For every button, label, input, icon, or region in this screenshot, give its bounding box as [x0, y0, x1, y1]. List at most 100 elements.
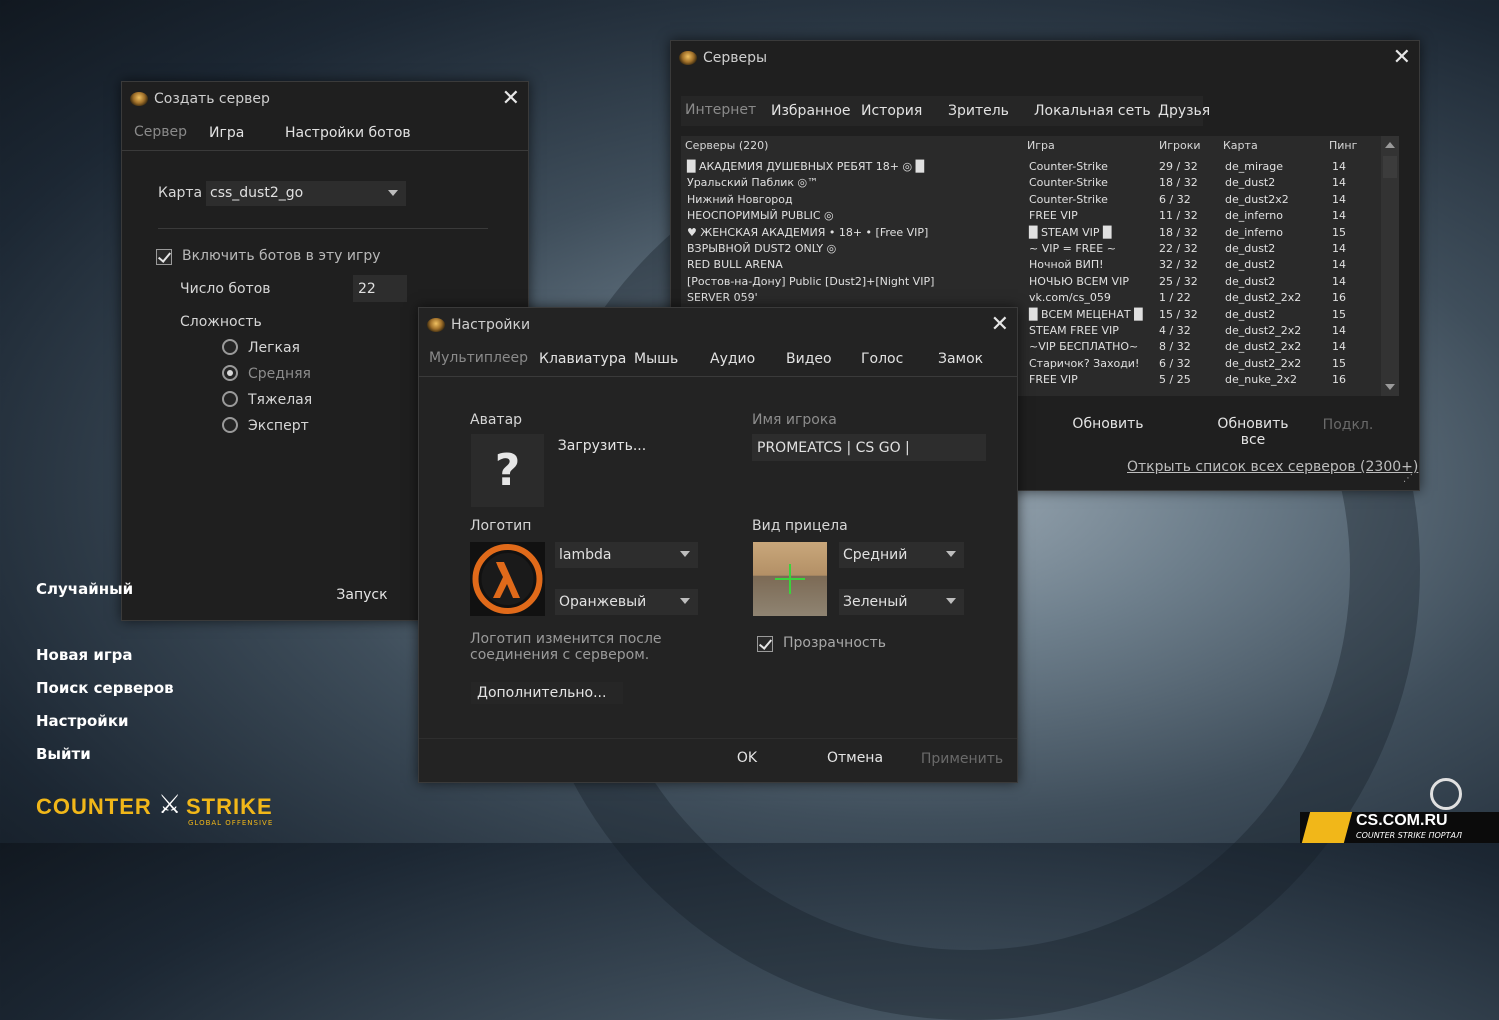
steam-logo-icon — [679, 51, 697, 65]
logo-color-dropdown[interactable]: Оранжевый — [555, 589, 698, 615]
server-players: 4 / 32 — [1159, 324, 1191, 337]
table-row[interactable]: Уральский Паблик ◎™ Counter-Strike 18 / 32… — [681, 175, 1389, 191]
tab-favorites[interactable]: Избранное — [771, 103, 851, 119]
difficulty-easy-radio[interactable] — [222, 339, 238, 355]
menu-random[interactable]: Случайный — [36, 580, 133, 598]
table-scrollbar[interactable] — [1381, 136, 1399, 396]
scroll-down-icon[interactable] — [1385, 384, 1395, 390]
table-header: Серверы (220) Игра Игроки Карта Пинг — [681, 136, 1399, 156]
scroll-up-icon[interactable] — [1385, 142, 1395, 148]
bots-count-input[interactable]: 22 — [353, 275, 407, 302]
advanced-button[interactable]: Дополнительно... — [471, 682, 623, 704]
tab-internet[interactable]: Интернет — [685, 102, 756, 118]
server-map: de_dust2 — [1225, 242, 1276, 255]
server-map: de_dust2_2x2 — [1225, 356, 1302, 370]
column-header-servers[interactable]: Серверы (220) — [685, 136, 768, 156]
map-dropdown[interactable]: css_dust2_go — [206, 181, 406, 206]
close-icon[interactable]: ✕ — [1393, 47, 1411, 69]
connect-button[interactable]: Подкл. — [1319, 417, 1377, 433]
logo-value: lambda — [559, 547, 612, 563]
tab-game[interactable]: Игра — [209, 125, 244, 141]
server-players: 6 / 32 — [1159, 192, 1191, 206]
avatar-image[interactable]: ? — [471, 434, 544, 507]
menu-new-game[interactable]: Новая игра — [36, 646, 133, 664]
difficulty-label: Сложность — [180, 314, 262, 330]
refresh-all-button[interactable]: Обновить все — [1203, 416, 1303, 448]
refresh-button[interactable]: Обновить — [1066, 416, 1150, 432]
column-header-players[interactable]: Игроки — [1159, 136, 1201, 156]
open-all-servers-link[interactable]: Открыть список всех серверов (2300+) — [1127, 459, 1418, 475]
tab-server[interactable]: Сервер — [134, 124, 187, 140]
tab-audio[interactable]: Аудио — [710, 351, 755, 367]
menu-settings[interactable]: Настройки — [36, 712, 129, 730]
tab-friends[interactable]: Друзья — [1158, 103, 1210, 119]
table-row[interactable]: SERVER 059' vk.com/cs_059 1 / 22 de_dust2_2… — [681, 290, 1389, 306]
server-ping: 14 — [1332, 340, 1346, 354]
settings-titlebar[interactable]: Настройки ✕ — [419, 308, 1017, 344]
table-row[interactable]: ВЗРЫВНОЙ DUST2 ONLY ◎ ~ VIP = FREE ~ 22 / … — [681, 241, 1389, 257]
cancel-button[interactable]: Отмена — [823, 750, 887, 766]
servers-titlebar[interactable]: Серверы ✕ — [671, 41, 1419, 77]
menu-quit[interactable]: Выйти — [36, 745, 91, 763]
tab-voice[interactable]: Голос — [861, 351, 903, 367]
transparency-checkbox[interactable] — [757, 636, 773, 652]
settings-window: Настройки ✕ Мультиплеер Клавиатура Мышь … — [418, 307, 1018, 783]
server-map: de_dust2 — [1225, 307, 1276, 321]
globe-logo-icon — [1430, 778, 1462, 810]
tab-lan[interactable]: Локальная сеть — [1034, 103, 1151, 119]
column-header-game[interactable]: Игра — [1027, 136, 1055, 156]
ok-button[interactable]: OK — [727, 750, 767, 766]
server-ping: 14 — [1332, 160, 1346, 173]
server-game: Counter-Strike — [1029, 192, 1108, 206]
logo-note: Логотип изменится после соединения с сер… — [470, 631, 662, 663]
difficulty-hard-radio[interactable] — [222, 391, 238, 407]
upload-avatar-button[interactable]: Загрузить... — [557, 438, 647, 454]
resize-grip-icon[interactable]: ⋰ — [1403, 474, 1413, 484]
tab-lock[interactable]: Замок — [938, 351, 983, 367]
table-row[interactable]: █ АКАДЕМИЯ ДУШЕВНЫХ РЕБЯТ 18+ ◎ █ Counter… — [681, 159, 1389, 175]
difficulty-expert-radio[interactable] — [222, 417, 238, 433]
table-row[interactable]: ♥ ЖЕНСКАЯ АКАДЕМИЯ • 18+ • [Free VIP] █ S… — [681, 225, 1389, 241]
logo-color-value: Оранжевый — [559, 594, 647, 610]
player-name-input[interactable]: PROMEATCS | CS GO | — [752, 434, 986, 461]
server-ping: 15 — [1332, 307, 1346, 321]
tab-history[interactable]: История — [861, 103, 922, 119]
steam-logo-icon — [427, 318, 445, 332]
difficulty-medium-radio[interactable] — [222, 365, 238, 381]
close-icon[interactable]: ✕ — [991, 314, 1009, 336]
tab-video[interactable]: Видео — [786, 351, 832, 367]
tab-keyboard[interactable]: Клавиатура — [539, 351, 626, 367]
cs-logo-text-left: COUNTER — [36, 794, 152, 819]
close-icon[interactable]: ✕ — [502, 88, 520, 110]
start-button[interactable]: Запуск — [332, 587, 392, 603]
table-row[interactable]: RED BULL ARENA Ночной ВИП! 32 / 32 de_dust2… — [681, 257, 1389, 273]
table-row[interactable]: НЕОСПОРИМЫЙ PUBLIC ◎ FREE VIP 11 / 32 de_in… — [681, 208, 1389, 224]
apply-button[interactable]: Применить — [919, 751, 1005, 767]
enable-bots-checkbox[interactable] — [156, 249, 172, 265]
crosshair-color-dropdown[interactable]: Зеленый — [839, 589, 964, 615]
tab-mouse[interactable]: Мышь — [634, 351, 678, 367]
server-name: ♥ ЖЕНСКАЯ АКАДЕМИЯ • 18+ • [Free VIP] — [687, 225, 929, 239]
server-ping: 15 — [1332, 225, 1346, 239]
create-server-titlebar[interactable]: Создать сервер ✕ — [122, 82, 528, 118]
server-map: de_dust2 — [1225, 274, 1276, 288]
table-row[interactable]: [Ростов-на-Дону] Public [Dust2]+[Night V… — [681, 274, 1389, 290]
server-game: FREE VIP — [1029, 373, 1078, 387]
server-map: de_dust2_2x2 — [1225, 291, 1302, 305]
crosshair-color-value: Зеленый — [843, 594, 908, 610]
tab-multiplayer[interactable]: Мультиплеер — [429, 350, 528, 366]
column-header-ping[interactable]: Пинг — [1329, 136, 1357, 156]
tab-bot-settings[interactable]: Настройки ботов — [285, 125, 411, 141]
scroll-thumb[interactable] — [1383, 156, 1397, 178]
server-game: FREE VIP — [1029, 209, 1078, 223]
menu-find-servers[interactable]: Поиск серверов — [36, 679, 174, 697]
tab-spectate[interactable]: Зритель — [948, 103, 1009, 119]
logo-dropdown[interactable]: lambda — [555, 542, 698, 568]
window-title: Создать сервер — [154, 91, 270, 107]
table-row[interactable]: Нижний Новгород Counter-Strike 6 / 32 de_du… — [681, 192, 1389, 208]
crosshair-size-dropdown[interactable]: Средний — [839, 542, 964, 568]
chevron-down-icon — [388, 190, 398, 196]
difficulty-medium-label: Средняя — [248, 366, 311, 382]
server-game: Counter-Strike — [1029, 160, 1108, 173]
column-header-map[interactable]: Карта — [1223, 136, 1258, 156]
